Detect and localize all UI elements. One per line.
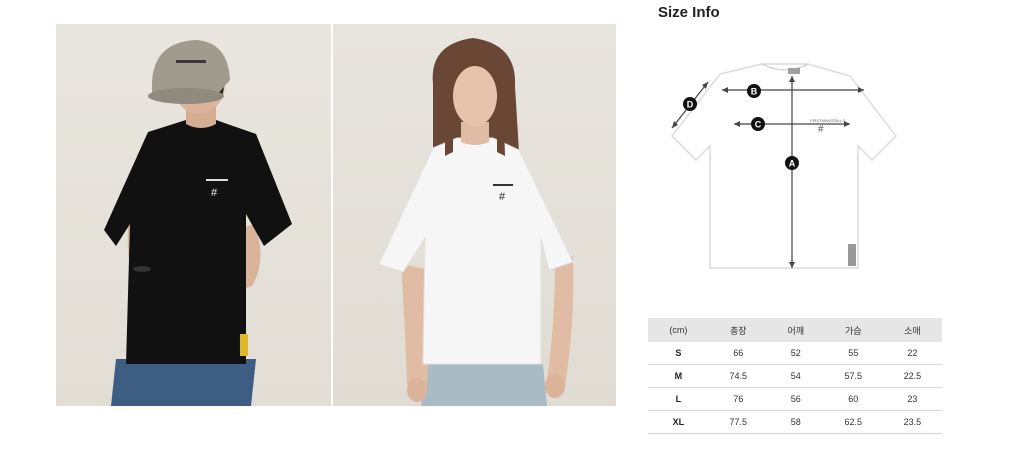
table-cell: 22 [882, 342, 942, 365]
table-cell: 52 [767, 342, 824, 365]
table-row: S 66 52 55 22 [648, 342, 942, 365]
table-cell: 60 [823, 387, 883, 411]
header-unit: (cm) [648, 318, 709, 342]
table-cell: 56 [767, 387, 824, 411]
header-length: 총장 [708, 318, 768, 342]
model-photo-black-tee: # [56, 24, 331, 406]
table-cell: 62.5 [823, 410, 883, 434]
marker-b: B [751, 87, 758, 97]
table-cell: 58 [767, 410, 824, 434]
table-cell: 54 [767, 364, 824, 388]
size-chart-table: (cm) 총장 어깨 가슴 소매 S 66 52 55 22 M 74.5 54… [648, 318, 942, 434]
table-cell: 77.5 [708, 410, 768, 434]
white-tee-illustration: # [378, 38, 574, 406]
size-label: XL [648, 410, 709, 434]
table-row: L 76 56 60 23 [648, 387, 942, 411]
table-cell: 57.5 [823, 364, 883, 388]
header-shoulder: 어깨 [767, 318, 824, 342]
size-label: S [648, 342, 709, 365]
table-row: XL 77.5 58 62.5 23.5 [648, 410, 942, 434]
table-cell: 76 [708, 387, 768, 411]
model-photo-white-tee: # [333, 24, 616, 406]
table-cell: 23.5 [882, 410, 942, 434]
header-sleeve: 소매 [882, 318, 942, 342]
white-tee-print: # [499, 191, 506, 203]
table-cell: 23 [882, 387, 942, 411]
size-label: L [648, 387, 709, 411]
table-header-row: (cm) 총장 어깨 가슴 소매 [648, 318, 942, 342]
black-tee-illustration: # [104, 40, 292, 406]
marker-c: C [755, 120, 762, 130]
diagram-logo-text: FIRSTMANSTALLS [810, 118, 845, 123]
size-diagram: FIRSTMANSTALLS # B C A D [662, 56, 912, 276]
table-cell: 22.5 [882, 364, 942, 388]
diagram-logo-symbol: # [818, 124, 824, 135]
size-label: M [648, 364, 709, 388]
table-row: M 74.5 54 57.5 22.5 [648, 364, 942, 388]
table-cell: 74.5 [708, 364, 768, 388]
header-chest: 가슴 [823, 318, 883, 342]
marker-d: D [687, 100, 694, 110]
table-cell: 66 [708, 342, 768, 365]
marker-a: A [789, 159, 796, 169]
black-tee-print: # [211, 187, 218, 199]
table-cell: 55 [823, 342, 883, 365]
size-info-title: Size Info [658, 4, 720, 21]
